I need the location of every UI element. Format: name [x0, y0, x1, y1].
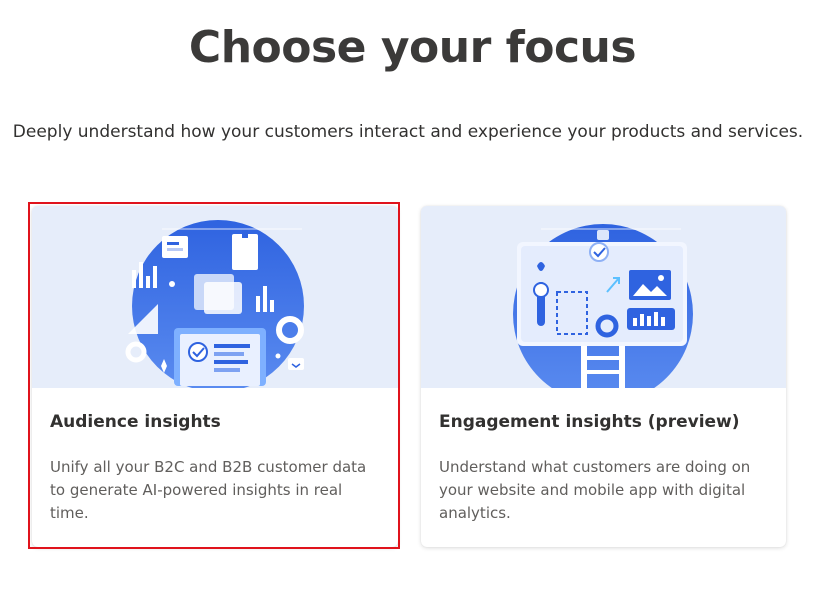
card-title: Engagement insights (preview)	[439, 412, 740, 432]
page-subtitle: Deeply understand how your customers int…	[12, 122, 804, 142]
engagement-insights-card[interactable]: Engagement insights (preview) Understand…	[421, 206, 786, 547]
page-title: Choose your focus	[188, 22, 637, 73]
card-description: Unify all your B2C and B2B customer data…	[50, 458, 367, 522]
engagement-insights-illustration	[421, 206, 786, 388]
audience-insights-illustration	[32, 206, 398, 388]
card-title: Audience insights	[50, 412, 221, 432]
audience-insights-card[interactable]: Audience insights Unify all your B2C and…	[32, 206, 398, 547]
card-description: Understand what customers are doing on y…	[439, 458, 751, 522]
